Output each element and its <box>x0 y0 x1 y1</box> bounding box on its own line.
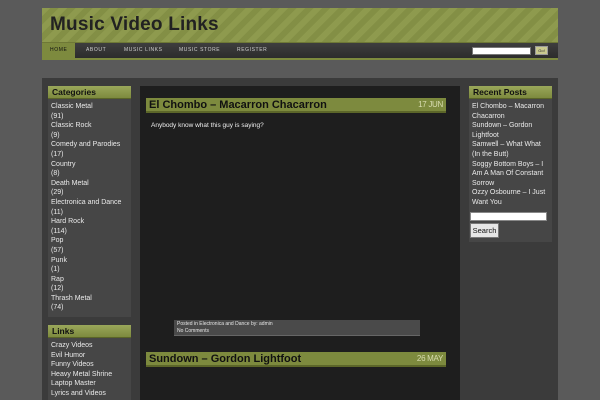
category-link[interactable]: Comedy and Parodies <box>51 140 128 150</box>
links-widget: Links Crazy Videos Evil Humor Funny Vide… <box>48 325 131 400</box>
meta-posted-label: Posted in <box>177 321 198 327</box>
category-item: Classic Metal (91) <box>51 102 128 121</box>
category-link[interactable]: Rap <box>51 275 128 285</box>
recent-post-link[interactable]: Sundown – Gordon Lightfoot <box>472 121 549 140</box>
recent-posts-title: Recent Posts <box>469 86 552 99</box>
site-header: Music Video Links <box>42 8 558 43</box>
category-link[interactable]: Country <box>51 160 128 170</box>
recent-posts-widget: Recent Posts El Chombo – Macarron Chacar… <box>469 86 552 242</box>
categories-title: Categories <box>48 86 131 99</box>
nav-music-links[interactable]: MUSIC LINKS <box>124 43 163 58</box>
category-item: Comedy and Parodies (17) <box>51 140 128 159</box>
category-item: Rap (12) <box>51 275 128 294</box>
nav-about[interactable]: ABOUT <box>86 43 106 58</box>
recent-post-link[interactable]: El Chombo – Macarron Chacarron <box>472 102 549 121</box>
categories-widget: Categories Classic Metal (91) Classic Roc… <box>48 86 131 318</box>
meta-comments-link[interactable]: No Comments <box>177 328 417 335</box>
category-link[interactable]: Classic Metal <box>51 102 128 112</box>
category-count: (91) <box>51 112 64 120</box>
category-item: Country (8) <box>51 160 128 179</box>
post-body: Anybody know what this guy is saying? <box>151 122 264 129</box>
main-content: El Chombo – Macarron Chacarron 17 JUN An… <box>140 86 460 400</box>
blogroll-link[interactable]: Funny Videos <box>51 360 128 370</box>
nav-music-store[interactable]: MUSIC STORE <box>179 43 220 58</box>
recent-post-link[interactable]: Samwell – What What (In the Butt) <box>472 140 549 159</box>
recent-post-link[interactable]: Ozzy Osbourne – I Just Want You <box>472 188 549 207</box>
meta-category-link[interactable]: Electronica and Dance <box>199 321 249 327</box>
category-count: (12) <box>51 285 64 293</box>
category-link[interactable]: Punk <box>51 256 128 266</box>
nav-home[interactable]: HOME <box>42 43 76 58</box>
nav-search-button[interactable]: Go! <box>535 46 548 55</box>
right-sidebar: Recent Posts El Chombo – Macarron Chacar… <box>469 86 552 250</box>
recent-post-link[interactable]: Soggy Bottom Boys – I Am A Man Of Consta… <box>472 160 549 189</box>
category-link[interactable]: Thrash Metal <box>51 294 128 304</box>
blogroll-link[interactable]: Crazy Videos <box>51 341 128 351</box>
blogroll-link[interactable]: Lyrics and Videos <box>51 389 128 399</box>
category-item: Pop (57) <box>51 236 128 255</box>
meta-author: admin <box>259 321 273 327</box>
sidebar-search-input[interactable] <box>470 211 547 221</box>
category-count: (1) <box>51 266 60 274</box>
category-count: (74) <box>51 304 64 312</box>
nav-register[interactable]: REGISTER <box>237 43 267 58</box>
category-link[interactable]: Electronica and Dance <box>51 198 128 208</box>
category-count: (8) <box>51 170 60 178</box>
category-item: Classic Rock (9) <box>51 121 128 140</box>
post-meta: Posted in Electronica and Dance by: admi… <box>174 320 420 336</box>
category-count: (57) <box>51 246 64 254</box>
category-item: Hard Rock (114) <box>51 217 128 236</box>
post-date: 17 JUN <box>418 100 443 109</box>
category-item: Electronica and Dance (11) <box>51 198 128 217</box>
category-item: Punk (1) <box>51 256 128 275</box>
category-count: (29) <box>51 189 64 197</box>
category-count: (17) <box>51 150 64 158</box>
category-item: Thrash Metal (74) <box>51 294 128 313</box>
blogroll-link[interactable]: Heavy Metal Shrine <box>51 370 128 380</box>
category-link[interactable]: Classic Rock <box>51 121 128 131</box>
category-item: Death Metal (29) <box>51 179 128 198</box>
category-link[interactable]: Hard Rock <box>51 217 128 227</box>
blogroll-link[interactable]: Laptop Master <box>51 379 128 389</box>
post-title[interactable]: El Chombo – Macarron Chacarron <box>149 99 327 111</box>
post-header: El Chombo – Macarron Chacarron 17 JUN <box>146 98 446 113</box>
post-title[interactable]: Sundown – Gordon Lightfoot <box>149 353 301 365</box>
category-count: (114) <box>51 227 67 235</box>
category-link[interactable]: Death Metal <box>51 179 128 189</box>
post-date: 26 MAY <box>416 354 443 363</box>
links-title: Links <box>48 325 131 339</box>
site-title[interactable]: Music Video Links <box>50 14 219 36</box>
nav-search-input[interactable] <box>472 47 531 55</box>
post-header: Sundown – Gordon Lightfoot 26 MAY <box>146 352 446 367</box>
sidebar-search-button[interactable]: Search <box>470 222 499 238</box>
left-sidebar: Categories Classic Metal (91) Classic Roc… <box>48 86 131 400</box>
main-nav: HOME ABOUT MUSIC LINKS MUSIC STORE REGIS… <box>42 43 558 60</box>
category-count: (9) <box>51 131 60 139</box>
category-link[interactable]: Pop <box>51 236 128 246</box>
blogroll-link[interactable]: Evil Humor <box>51 351 128 361</box>
meta-by-label: by: <box>250 321 258 327</box>
category-count: (11) <box>51 208 63 216</box>
